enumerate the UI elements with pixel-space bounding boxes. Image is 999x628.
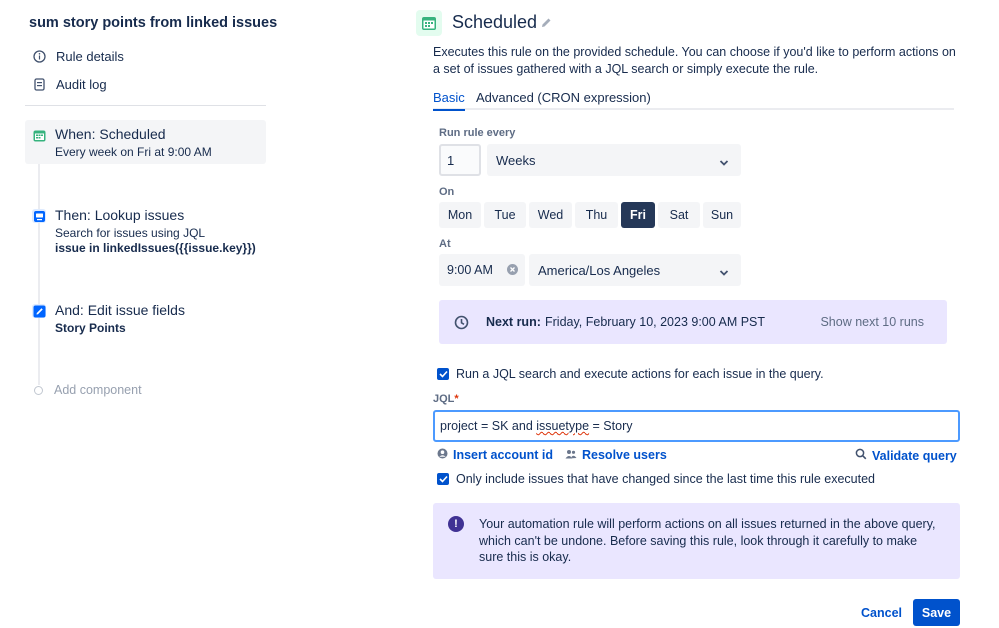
- day-mon[interactable]: Mon: [439, 202, 481, 228]
- day-wed[interactable]: Wed: [529, 202, 572, 228]
- step-action-edit-fields[interactable]: And: Edit issue fields Story Points: [25, 296, 266, 341]
- timezone-select[interactable]: America/Los Angeles: [529, 254, 741, 286]
- run-jql-checkbox[interactable]: [437, 368, 449, 380]
- clock-icon: [454, 315, 469, 333]
- save-button[interactable]: Save: [913, 599, 960, 626]
- resolve-users-button[interactable]: Resolve users: [565, 448, 667, 462]
- day-sun[interactable]: Sun: [703, 202, 741, 228]
- step-title: Then: Lookup issues: [55, 207, 185, 223]
- warning-panel: ! Your automation rule will perform acti…: [433, 503, 960, 579]
- step-subtitle: Search for issues using JQL: [55, 226, 206, 240]
- jql-label-text: JQL: [433, 393, 455, 405]
- calendar-icon: [416, 10, 442, 36]
- run-jql-checkbox-label: Run a JQL search and execute actions for…: [456, 367, 824, 381]
- info-icon: [32, 50, 46, 64]
- clear-icon[interactable]: [507, 264, 518, 275]
- trigger-description: Executes this rule on the provided sched…: [433, 45, 956, 76]
- add-component-button[interactable]: Add component: [34, 383, 142, 397]
- jql-field-label: JQL*: [433, 393, 459, 405]
- page-title: Scheduled: [452, 12, 538, 32]
- step-detail: issue in linkedIssues({{issue.key}}): [55, 241, 256, 255]
- people-icon: [565, 448, 577, 462]
- step-detail: Story Points: [55, 321, 126, 335]
- validate-query-label: Validate query: [872, 448, 957, 463]
- user-circle-icon: [437, 448, 448, 462]
- timezone-value: America/Los Angeles: [538, 262, 661, 278]
- rule-sidebar: sum story points from linked issues Rule…: [0, 0, 290, 628]
- at-label: At: [439, 238, 451, 250]
- period-select-value: Weeks: [496, 152, 536, 168]
- next-run-value: Friday, February 10, 2023 9:00 AM PST: [545, 315, 766, 329]
- nav-audit-log-label: Audit log: [56, 77, 107, 92]
- edit-title-pencil-icon[interactable]: [541, 16, 552, 31]
- schedule-tabs: Basic Advanced (CRON expression): [433, 88, 954, 111]
- tab-advanced-cron[interactable]: Advanced (CRON expression): [476, 90, 651, 109]
- warning-text: Your automation rule will perform action…: [479, 517, 936, 564]
- chevron-down-icon: [719, 265, 729, 280]
- nav-audit-log[interactable]: Audit log: [32, 77, 107, 92]
- required-mark: *: [454, 393, 459, 405]
- day-tue[interactable]: Tue: [484, 202, 526, 228]
- jql-query-prefix: project = SK and: [440, 419, 537, 433]
- show-next-runs-button[interactable]: Show next 10 runs: [820, 315, 924, 329]
- time-value: 9:00 AM: [447, 263, 493, 277]
- day-sat[interactable]: Sat: [658, 202, 700, 228]
- only-changed-checkbox-label: Only include issues that have changed si…: [456, 472, 875, 486]
- day-selector: Mon Tue Wed Thu Fri Sat Sun: [439, 202, 741, 228]
- lookup-icon: [32, 209, 46, 223]
- step-title: And: Edit issue fields: [55, 302, 185, 318]
- calendar-icon: [32, 128, 46, 142]
- only-changed-checkbox[interactable]: [437, 473, 449, 485]
- jql-query-misspelled: issuetype: [536, 419, 590, 433]
- cancel-button[interactable]: Cancel: [854, 600, 909, 626]
- day-fri[interactable]: Fri: [621, 202, 655, 228]
- day-thu[interactable]: Thu: [575, 202, 618, 228]
- step-subtitle: Every week on Fri at 9:00 AM: [55, 145, 212, 159]
- step-action-lookup-issues[interactable]: Then: Lookup issues Search for issues us…: [25, 201, 266, 261]
- jql-query-suffix: = Story: [589, 419, 633, 433]
- step-trigger-scheduled[interactable]: When: Scheduled Every week on Fri at 9:0…: [25, 120, 266, 164]
- insert-account-id-label: Insert account id: [453, 448, 554, 462]
- timeline-connector: [38, 150, 40, 385]
- time-input[interactable]: 9:00 AM: [439, 254, 525, 286]
- document-icon: [32, 78, 46, 92]
- run-every-label: Run rule every: [439, 127, 516, 139]
- add-component-label: Add component: [54, 383, 142, 397]
- pencil-icon: [32, 304, 46, 318]
- chevron-down-icon: [719, 155, 729, 170]
- nav-rule-details-label: Rule details: [56, 49, 124, 64]
- run-every-input[interactable]: 1: [439, 144, 481, 176]
- sidebar-divider: [25, 105, 266, 106]
- search-icon: [855, 448, 867, 463]
- resolve-users-label: Resolve users: [582, 448, 667, 462]
- nav-rule-details[interactable]: Rule details: [32, 49, 124, 64]
- next-run-label: Next run:: [486, 315, 541, 329]
- next-run-panel: Next run: Friday, February 10, 2023 9:00…: [439, 300, 947, 344]
- step-title: When: Scheduled: [55, 126, 166, 142]
- warning-icon: !: [448, 516, 464, 532]
- tab-basic[interactable]: Basic: [433, 90, 465, 111]
- validate-query-button[interactable]: Validate query: [855, 448, 957, 463]
- add-component-dot-icon: [34, 385, 43, 395]
- insert-account-id-button[interactable]: Insert account id: [437, 448, 553, 462]
- period-select[interactable]: Weeks: [487, 144, 741, 176]
- on-label: On: [439, 186, 455, 198]
- jql-input[interactable]: project = SK and issuetype = Story: [433, 410, 960, 442]
- rule-name: sum story points from linked issues: [29, 15, 278, 31]
